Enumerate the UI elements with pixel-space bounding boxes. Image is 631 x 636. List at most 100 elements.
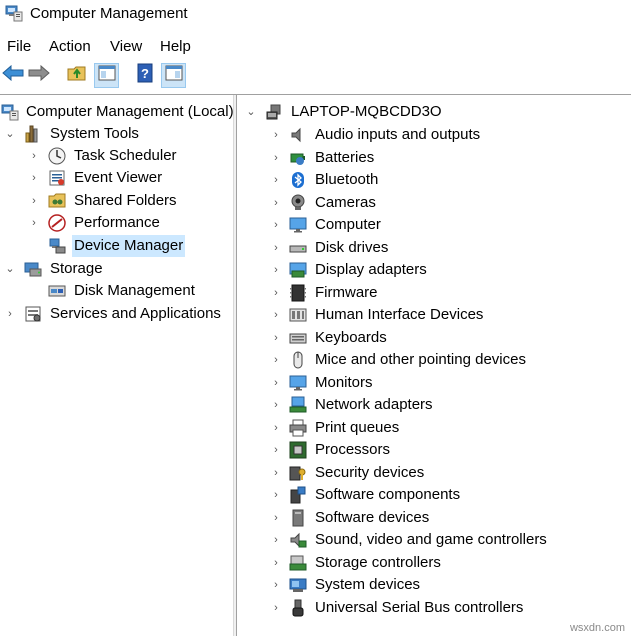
laptop-icon bbox=[265, 103, 283, 121]
svg-text:?: ? bbox=[141, 66, 149, 81]
chevron-right-icon[interactable]: › bbox=[270, 214, 282, 236]
device-category-label: Mice and other pointing devices bbox=[315, 351, 526, 368]
device-category-software-components[interactable]: › Software components bbox=[237, 484, 631, 506]
chevron-right-icon[interactable]: › bbox=[4, 303, 16, 325]
forward-arrow-icon bbox=[28, 64, 50, 86]
tree-node-task-scheduler[interactable]: › Task Scheduler bbox=[0, 145, 233, 167]
device-category-disk-drives[interactable]: › Disk drives bbox=[237, 237, 631, 259]
computer-management-icon bbox=[5, 4, 23, 27]
device-category-label: Monitors bbox=[315, 373, 373, 391]
back-button[interactable] bbox=[0, 63, 25, 88]
device-category-firmware[interactable]: › Firmware bbox=[237, 282, 631, 304]
chevron-right-icon[interactable]: › bbox=[270, 282, 282, 304]
menu-action[interactable]: Action bbox=[47, 36, 93, 58]
tree-node-event-viewer[interactable]: › Event Viewer bbox=[0, 167, 233, 189]
device-category-human-interface-devices[interactable]: › Human Interface Devices bbox=[237, 304, 631, 326]
device-category-cameras[interactable]: › Cameras bbox=[237, 192, 631, 214]
device-category-label: Display adapters bbox=[315, 261, 427, 278]
chevron-right-icon[interactable]: › bbox=[270, 439, 282, 461]
tree-node-system-tools[interactable]: ⌄ System Tools bbox=[0, 123, 233, 145]
tree-node-disk-management[interactable]: Disk Management bbox=[0, 280, 233, 302]
chevron-right-icon[interactable]: › bbox=[270, 124, 282, 146]
device-category-software-devices[interactable]: › Software devices bbox=[237, 507, 631, 529]
chevron-right-icon[interactable]: › bbox=[270, 597, 282, 619]
bluetooth-icon bbox=[289, 171, 307, 189]
tree-node-label: System Tools bbox=[50, 125, 139, 142]
chevron-down-icon[interactable]: ⌄ bbox=[4, 258, 16, 280]
system-tools-icon bbox=[24, 125, 42, 143]
menu-file[interactable]: File bbox=[5, 36, 33, 58]
tree-node-device-manager[interactable]: Device Manager bbox=[0, 235, 233, 257]
device-category-storage-controllers[interactable]: › Storage controllers bbox=[237, 552, 631, 574]
device-category-system-devices[interactable]: › System devices bbox=[237, 574, 631, 596]
tree-node-computer-management-local[interactable]: Computer Management (Local) bbox=[0, 101, 234, 123]
tree-node-storage[interactable]: ⌄ Storage bbox=[0, 258, 233, 280]
tree-node-shared-folders[interactable]: › Shared Folders bbox=[0, 190, 233, 212]
device-category-sound-video-and-game-controllers[interactable]: › Sound, video and game controllers bbox=[237, 529, 631, 551]
help-button[interactable]: ? bbox=[132, 63, 157, 88]
show-hide-action-pane-button[interactable] bbox=[161, 63, 186, 88]
device-category-security-devices[interactable]: › Security devices bbox=[237, 462, 631, 484]
device-category-label: Universal Serial Bus controllers bbox=[315, 598, 524, 616]
chevron-right-icon[interactable]: › bbox=[270, 237, 282, 259]
battery-icon bbox=[289, 149, 307, 167]
chevron-right-icon[interactable]: › bbox=[270, 192, 282, 214]
chevron-right-icon[interactable]: › bbox=[270, 484, 282, 506]
hid-icon bbox=[289, 306, 307, 324]
device-category-keyboards[interactable]: › Keyboards bbox=[237, 327, 631, 349]
chevron-right-icon[interactable]: › bbox=[270, 169, 282, 191]
chevron-right-icon[interactable]: › bbox=[28, 167, 40, 189]
device-category-computer[interactable]: › Computer bbox=[237, 214, 631, 236]
device-category-audio-inputs-and-outputs[interactable]: › Audio inputs and outputs bbox=[237, 124, 631, 146]
device-category-mice-and-other-pointing-devices[interactable]: › Mice and other pointing devices bbox=[237, 349, 631, 371]
device-tree-root[interactable]: ⌄ LAPTOP-MQBCDD3O bbox=[237, 101, 631, 123]
chevron-down-icon[interactable]: ⌄ bbox=[245, 101, 257, 123]
device-category-display-adapters[interactable]: › Display adapters bbox=[237, 259, 631, 281]
device-category-processors[interactable]: › Processors bbox=[237, 439, 631, 461]
up-one-level-button[interactable] bbox=[64, 63, 89, 88]
show-hide-console-tree-button[interactable] bbox=[94, 63, 119, 88]
device-category-batteries[interactable]: › Batteries bbox=[237, 147, 631, 169]
chevron-right-icon[interactable]: › bbox=[28, 190, 40, 212]
show-hide-console-tree-icon bbox=[98, 65, 116, 86]
menu-help[interactable]: Help bbox=[158, 36, 193, 58]
event-viewer-icon bbox=[48, 169, 66, 187]
chevron-right-icon[interactable]: › bbox=[270, 417, 282, 439]
chevron-right-icon[interactable]: › bbox=[270, 529, 282, 551]
device-category-bluetooth[interactable]: › Bluetooth bbox=[237, 169, 631, 191]
chevron-right-icon[interactable]: › bbox=[270, 259, 282, 281]
tree-node-label: Task Scheduler bbox=[74, 147, 177, 164]
chevron-right-icon[interactable]: › bbox=[270, 372, 282, 394]
storage-controller-icon bbox=[289, 554, 307, 572]
chevron-right-icon[interactable]: › bbox=[270, 507, 282, 529]
chevron-right-icon[interactable]: › bbox=[28, 145, 40, 167]
shared-folder-icon bbox=[48, 192, 66, 210]
device-category-monitors[interactable]: › Monitors bbox=[237, 372, 631, 394]
menu-view[interactable]: View bbox=[108, 36, 144, 58]
tree-node-services-and-applications[interactable]: › Services and Applications bbox=[0, 303, 233, 325]
device-category-label: Storage controllers bbox=[315, 553, 441, 571]
device-category-network-adapters[interactable]: › Network adapters bbox=[237, 394, 631, 416]
device-category-print-queues[interactable]: › Print queues bbox=[237, 417, 631, 439]
tree-node-performance[interactable]: › Performance bbox=[0, 212, 233, 234]
forward-button[interactable] bbox=[26, 63, 51, 88]
chevron-right-icon[interactable]: › bbox=[270, 147, 282, 169]
chevron-right-icon[interactable]: › bbox=[270, 552, 282, 574]
chevron-right-icon[interactable]: › bbox=[28, 212, 40, 234]
chevron-right-icon[interactable]: › bbox=[270, 349, 282, 371]
device-category-label: Batteries bbox=[315, 148, 375, 166]
console-tree: Computer Management (Local) ⌄ System Too… bbox=[0, 95, 234, 636]
processor-icon bbox=[289, 441, 307, 459]
chevron-right-icon[interactable]: › bbox=[270, 462, 282, 484]
device-category-label: System devices bbox=[315, 576, 421, 593]
device-manager-icon bbox=[48, 237, 66, 255]
device-category-universal-serial-bus-controllers[interactable]: › Universal Serial Bus controllers bbox=[237, 597, 631, 619]
chevron-right-icon[interactable]: › bbox=[270, 394, 282, 416]
chevron-down-icon[interactable]: ⌄ bbox=[4, 123, 16, 145]
menu-bar: File Action View Help bbox=[0, 36, 631, 58]
chevron-right-icon[interactable]: › bbox=[270, 574, 282, 596]
device-category-label: Keyboards bbox=[315, 328, 387, 346]
software-component-icon bbox=[289, 486, 307, 504]
chevron-right-icon[interactable]: › bbox=[270, 327, 282, 349]
chevron-right-icon[interactable]: › bbox=[270, 304, 282, 326]
